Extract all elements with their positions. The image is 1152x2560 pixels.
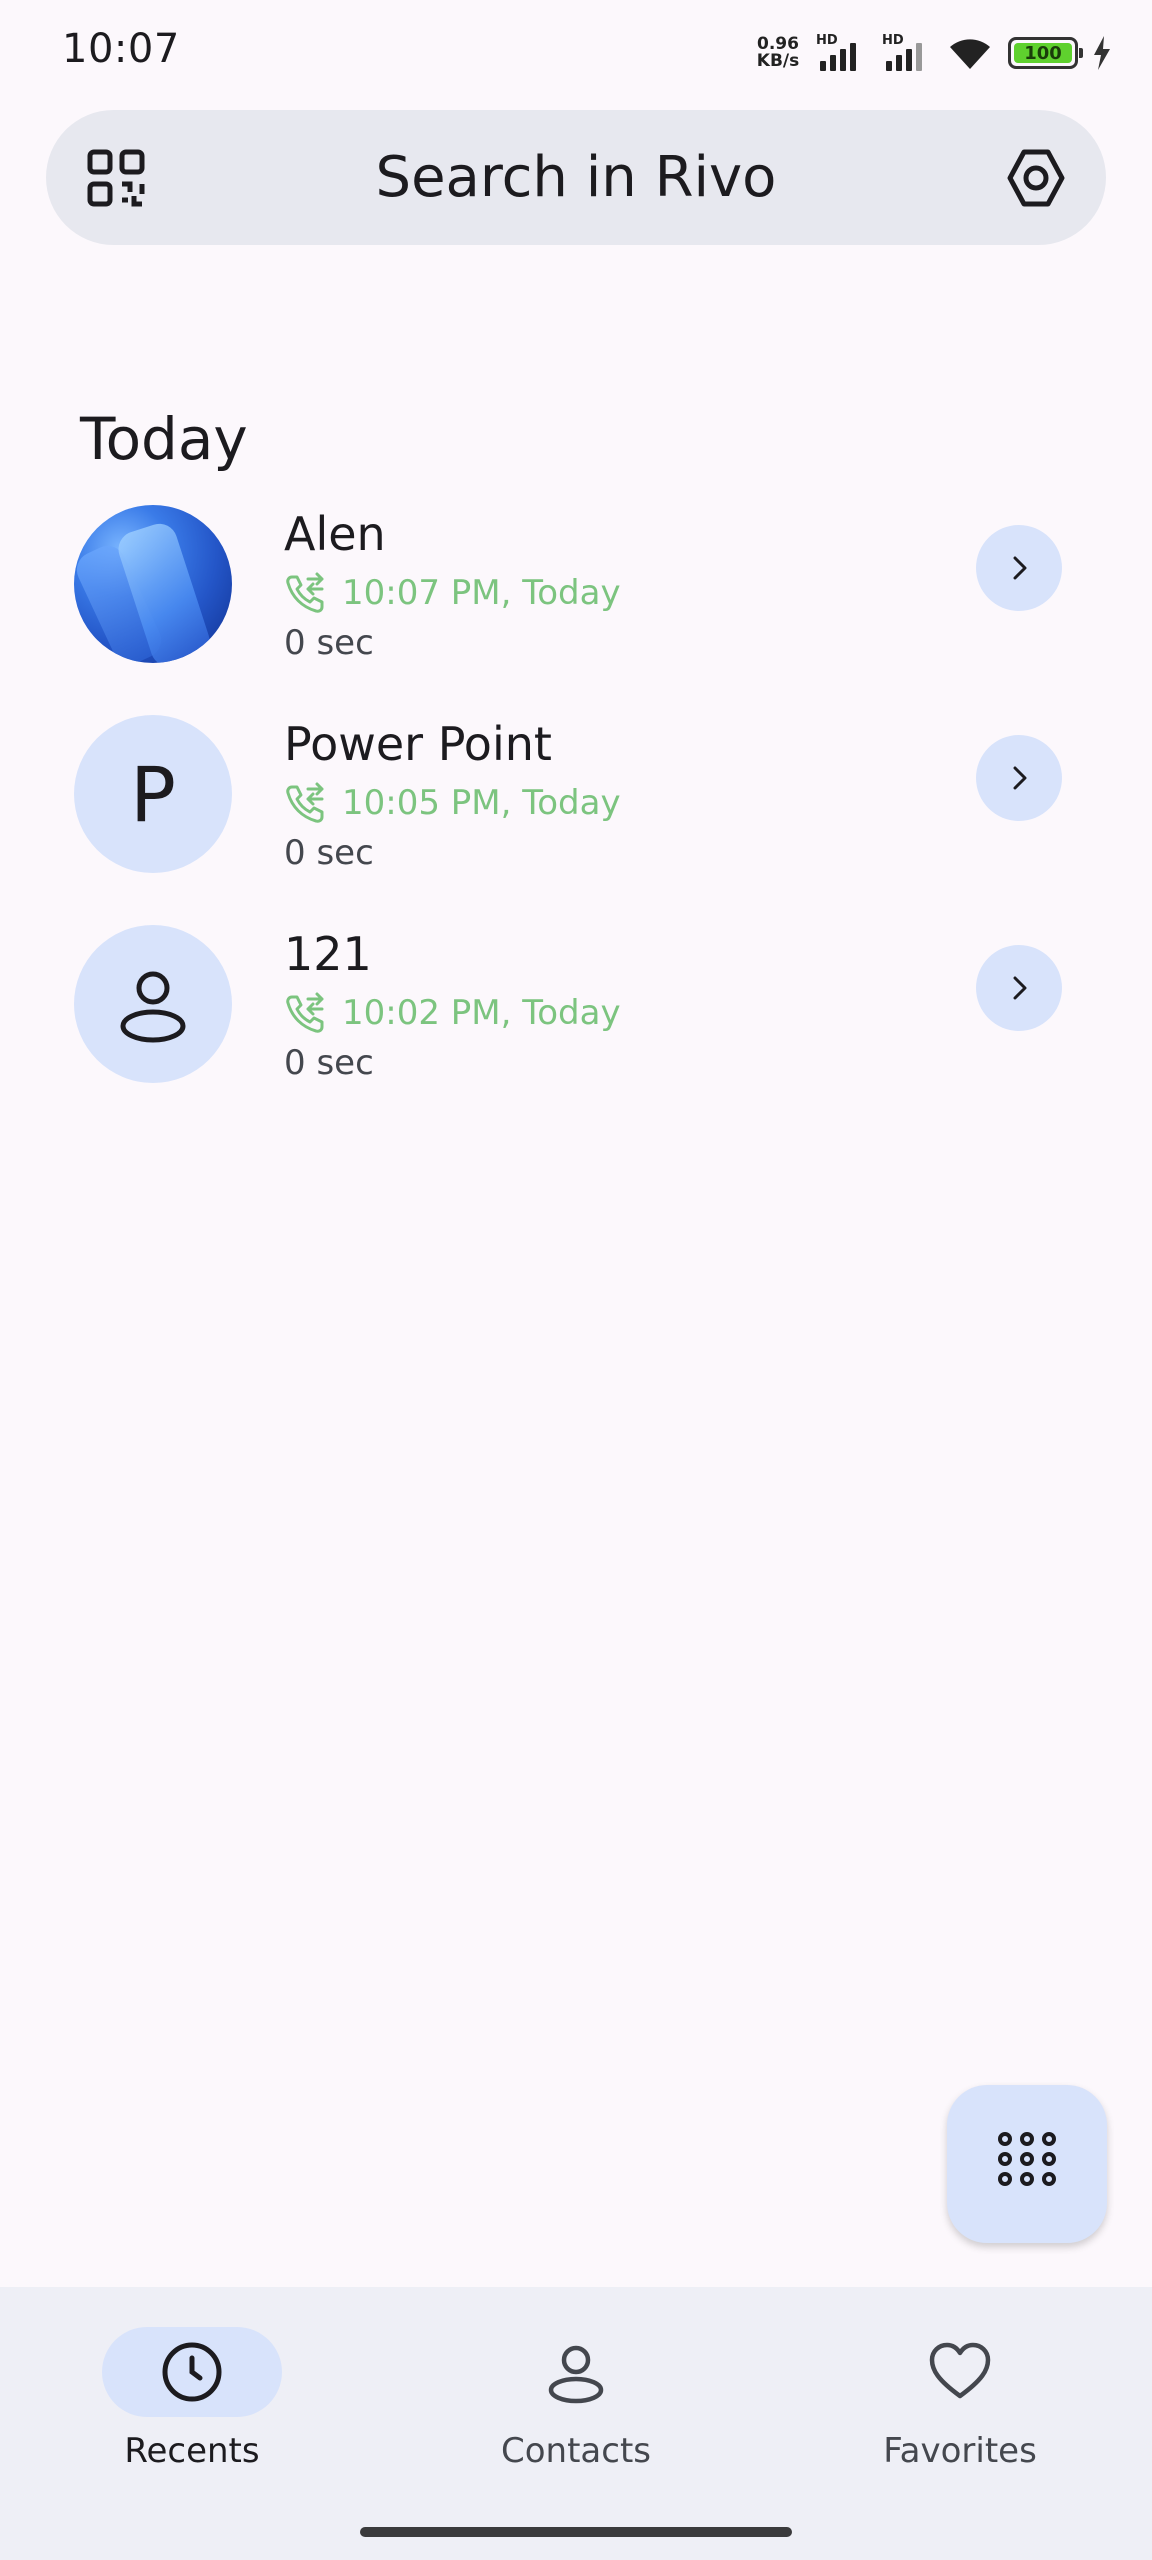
search-bar[interactable]: Search in Rivo <box>46 110 1106 245</box>
nav-label: Favorites <box>883 2431 1037 2471</box>
call-duration: 0 sec <box>284 1043 374 1083</box>
screen: 10:07 0.96 KB/s HD HD 100 Search in Rivo… <box>0 0 1152 2560</box>
person-icon <box>120 971 186 1043</box>
outgoing-call-icon <box>286 992 324 1033</box>
chevron-right-icon <box>1013 556 1027 580</box>
nav-contacts[interactable]: Contacts <box>456 2327 696 2507</box>
status-bar: 10:07 0.96 KB/s HD HD 100 <box>0 0 1152 100</box>
dialpad-button[interactable] <box>947 2085 1107 2243</box>
home-indicator[interactable] <box>360 2527 792 2537</box>
call-time: 10:07 PM, Today <box>342 573 621 613</box>
chevron-right-icon <box>1013 976 1027 1000</box>
battery-icon: 100 <box>1008 37 1083 69</box>
chevron-right-icon <box>1013 766 1027 790</box>
call-meta: 10:02 PM, Today <box>284 991 621 1035</box>
search-input[interactable]: Search in Rivo <box>46 110 1106 245</box>
call-list-item[interactable]: Alen 10:07 PM, Today 0 sec <box>0 505 1152 695</box>
clock-icon <box>162 2342 222 2402</box>
avatar <box>74 505 232 663</box>
call-list-item[interactable]: 121 10:02 PM, Today 0 sec <box>0 925 1152 1115</box>
heart-icon <box>929 2342 991 2399</box>
qr-code-button[interactable] <box>76 138 156 218</box>
nav-icon-container <box>486 2327 666 2417</box>
charging-icon <box>1094 36 1110 70</box>
qr-code-icon <box>87 149 145 207</box>
person-icon <box>548 2345 604 2404</box>
call-details-button[interactable] <box>976 735 1062 821</box>
section-title-today: Today <box>80 405 248 473</box>
nav-icon-container <box>870 2327 1050 2417</box>
dialpad-icon <box>998 2132 1056 2186</box>
call-list-item[interactable]: P Power Point 10:05 PM, Today 0 sec <box>0 715 1152 905</box>
avatar <box>74 925 232 1083</box>
settings-button[interactable] <box>996 138 1076 218</box>
network-speed: 0.96 KB/s <box>756 34 800 71</box>
contact-name: Power Point <box>284 717 552 771</box>
call-details-button[interactable] <box>976 525 1062 611</box>
call-duration: 0 sec <box>284 623 374 663</box>
call-details-button[interactable] <box>976 945 1062 1031</box>
call-duration: 0 sec <box>284 833 374 873</box>
outgoing-call-icon <box>286 572 324 613</box>
bottom-navigation: Recents Contacts Favorites <box>0 2287 1152 2560</box>
nav-favorites[interactable]: Favorites <box>840 2327 1080 2507</box>
contact-name: Alen <box>284 507 386 561</box>
outgoing-call-icon <box>286 782 324 823</box>
nav-recents[interactable]: Recents <box>72 2327 312 2507</box>
call-time: 10:02 PM, Today <box>342 993 621 1033</box>
wifi-icon <box>950 39 990 69</box>
status-icons: 0.96 KB/s HD HD 100 <box>756 28 1112 78</box>
signal-icon: HD <box>880 33 932 73</box>
nav-label: Recents <box>124 2431 260 2471</box>
avatar-letter: P <box>130 749 176 839</box>
contact-name: 121 <box>284 927 372 981</box>
call-time: 10:05 PM, Today <box>342 783 621 823</box>
status-time: 10:07 <box>62 26 180 72</box>
nav-icon-container <box>102 2327 282 2417</box>
nav-label: Contacts <box>501 2431 651 2471</box>
call-meta: 10:07 PM, Today <box>284 571 621 615</box>
signal-icon: HD <box>814 33 866 73</box>
call-meta: 10:05 PM, Today <box>284 781 621 825</box>
avatar: P <box>74 715 232 873</box>
settings-icon <box>1007 149 1065 207</box>
